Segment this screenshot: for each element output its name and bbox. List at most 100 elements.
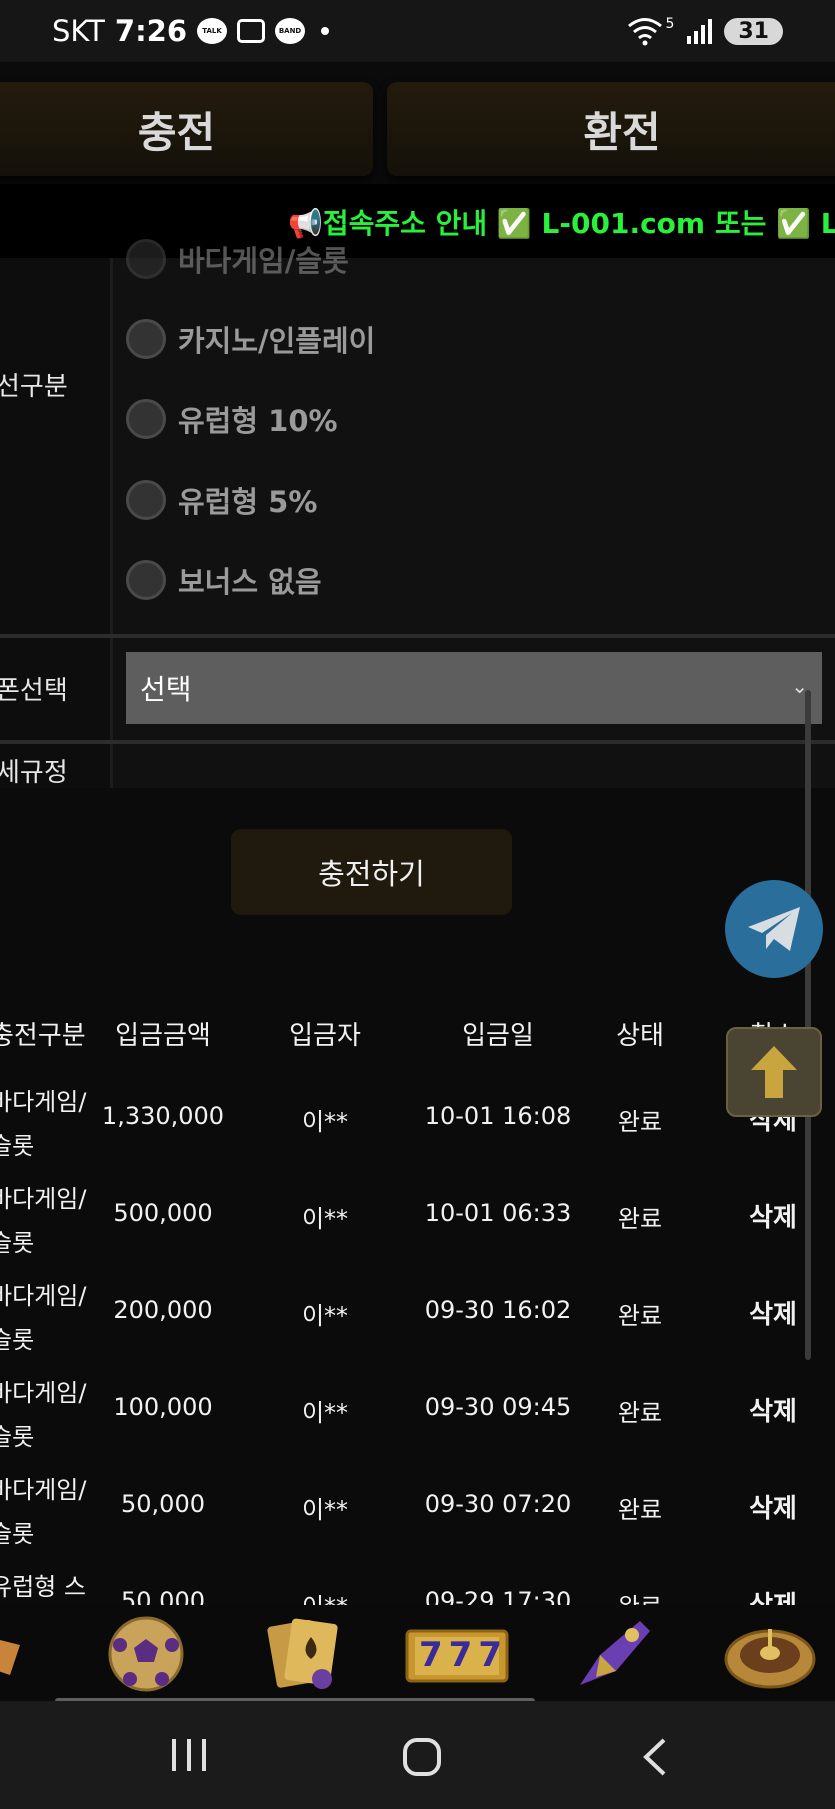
cell-date: 09-30 07:20 [424, 1490, 572, 1518]
delete-button[interactable]: 삭제 [728, 1585, 818, 1605]
recent-apps-icon[interactable] [170, 1737, 208, 1777]
radio-label: 바다게임/슬롯 [178, 244, 349, 278]
radio-circle [126, 480, 166, 520]
delete-button[interactable]: 삭제 [728, 1488, 818, 1525]
game-category-bar: 777 [0, 1605, 835, 1705]
cell-date: 10-01 16:08 [424, 1102, 572, 1130]
screenshot-icon [237, 19, 266, 43]
radio-circle [126, 239, 166, 279]
cell-amount: 50,000 [121, 1587, 205, 1605]
cell-type: 바다게임/슬롯 [0, 1282, 87, 1354]
carrier: SKT [52, 14, 105, 48]
header-depositor: 입금자 [289, 1021, 361, 1051]
cell-amount: 1,330,000 [101, 1102, 225, 1130]
cell-amount: 200,000 [113, 1296, 213, 1324]
radio-label: 유럽형 5% [178, 485, 318, 519]
notification-dot-icon [321, 27, 330, 35]
row-divider [0, 740, 835, 744]
delete-button[interactable]: 삭제 [728, 1391, 818, 1428]
cell-status: 완료 [617, 1496, 663, 1524]
cell-date: 09-30 09:45 [424, 1393, 572, 1421]
cell-status: 완료 [617, 1399, 663, 1427]
signal-icon [687, 19, 713, 44]
scroll-top-button[interactable] [726, 1027, 822, 1117]
arrow-up-icon [751, 1046, 797, 1098]
table-row: 바다게임/슬롯 100,000 이** 09-30 09:45 완료 삭제 [0, 1371, 835, 1468]
kakaotalk-icon: TALK [197, 18, 228, 44]
header-status: 상태 [616, 1021, 664, 1051]
cell-date: 09-30 16:02 [424, 1296, 572, 1324]
cell-status: 완료 [600, 1587, 680, 1605]
table-row: 바다게임/슬롯 1,330,000 이** 10-01 16:08 완료 삭제 [0, 1080, 835, 1177]
radio-label: 유럽형 10% [178, 404, 338, 438]
table-row: 바다게임/슬롯 200,000 이** 09-30 16:02 완료 삭제 [0, 1274, 835, 1371]
row-divider [0, 634, 835, 638]
cell-date: 09-29 17:30 [424, 1587, 572, 1605]
home-icon[interactable] [402, 1737, 442, 1781]
cell-type: 바다게임/슬롯 [0, 1476, 87, 1548]
radio-option-no-bonus[interactable]: 보너스 없음 [126, 559, 322, 601]
cell-amount: 100,000 [113, 1393, 213, 1421]
header-type: 충전구분 [0, 1021, 86, 1051]
table-row: 바다게임/슬롯 50,000 이** 09-30 07:20 완료 삭제 [0, 1468, 835, 1565]
charge-history-table: 충전구분 입금금액 입금자 입금일 상태 취소 바다게임/슬롯 1,330,00… [0, 995, 835, 1605]
table-row: 바다게임/슬롯 500,000 이** 10-01 06:33 완료 삭제 [0, 1177, 835, 1274]
slot-777-text: 777 [419, 1635, 508, 1675]
charge-form: 선구분 바다게임/슬롯 카지노/인플레이 유럽형 10% 유럽형 5% 보너스 … [0, 239, 835, 788]
radio-circle [126, 319, 166, 359]
telegram-button[interactable] [725, 880, 823, 978]
tab-exchange[interactable]: 환전 [387, 82, 835, 176]
select-value: 선택 [140, 673, 192, 706]
clock: 7:26 [114, 14, 188, 48]
roulette-icon[interactable] [722, 1615, 818, 1693]
radio-option-euro-10[interactable]: 유럽형 10% [126, 398, 338, 440]
battery-indicator: 31 [724, 17, 783, 45]
header-amount: 입금금액 [115, 1021, 211, 1051]
cell-type: 바다게임/슬롯 [0, 1088, 87, 1160]
header-date: 입금일 [462, 1021, 534, 1051]
coupon-select[interactable]: 선택 ⌄ [126, 652, 822, 724]
cell-type: 바다게임/슬롯 [0, 1379, 87, 1451]
radio-circle [126, 399, 166, 439]
marquee-text: 📢접속주소 안내 ✅ L-001.com 또는 ✅ L-0 [288, 207, 835, 240]
coupon-label: 폰선택 [0, 676, 68, 706]
cell-depositor: 이** [301, 1399, 349, 1427]
tab-row: 충전 환전 [0, 62, 835, 184]
rocket-icon[interactable] [570, 1615, 650, 1693]
telegram-icon [748, 907, 800, 951]
cell-amount: 50,000 [121, 1490, 205, 1518]
scrollbar[interactable] [805, 690, 811, 1360]
soccer-ball-icon[interactable] [106, 1615, 186, 1693]
back-icon[interactable] [640, 1737, 670, 1781]
charge-submit-button[interactable]: 충전하기 [231, 829, 512, 915]
label-column [0, 258, 110, 788]
network-badge: 5 [665, 16, 675, 32]
radio-option-euro-5[interactable]: 유럽형 5% [126, 479, 317, 521]
slot-777-icon[interactable]: 777 [405, 1615, 509, 1693]
cards-icon[interactable] [264, 1615, 344, 1693]
cell-type: 바다게임/슬롯 [0, 1185, 87, 1257]
cell-depositor: 이** [301, 1108, 349, 1136]
cell-depositor: 이** [301, 1496, 349, 1524]
chips-icon[interactable] [0, 1615, 60, 1693]
cell-depositor: 이** [270, 1587, 380, 1605]
wifi-icon [628, 18, 663, 46]
cell-type: 유럽형 스포 [0, 1573, 86, 1601]
cell-amount: 500,000 [113, 1199, 213, 1227]
cell-depositor: 이** [301, 1205, 349, 1233]
radio-circle [126, 560, 166, 600]
rules-label: 세규정 [0, 758, 68, 788]
bonus-type-label: 선구분 [0, 372, 68, 402]
table-row: 유럽형 스포 50,000 이** 09-29 17:30 완료 삭제 [0, 1565, 835, 1605]
radio-option-slot[interactable]: 바다게임/슬롯 [126, 238, 349, 280]
tab-charge[interactable]: 충전 [0, 82, 373, 176]
cell-status: 완료 [617, 1108, 663, 1136]
radio-label: 보너스 없음 [178, 565, 322, 599]
cell-status: 완료 [617, 1302, 663, 1330]
radio-label: 카지노/인플레이 [178, 324, 376, 358]
radio-option-casino[interactable]: 카지노/인플레이 [126, 318, 375, 360]
cell-date: 10-01 06:33 [424, 1199, 572, 1227]
cell-status: 완료 [617, 1205, 663, 1233]
cell-depositor: 이** [301, 1302, 349, 1330]
system-nav-bar [0, 1701, 835, 1809]
